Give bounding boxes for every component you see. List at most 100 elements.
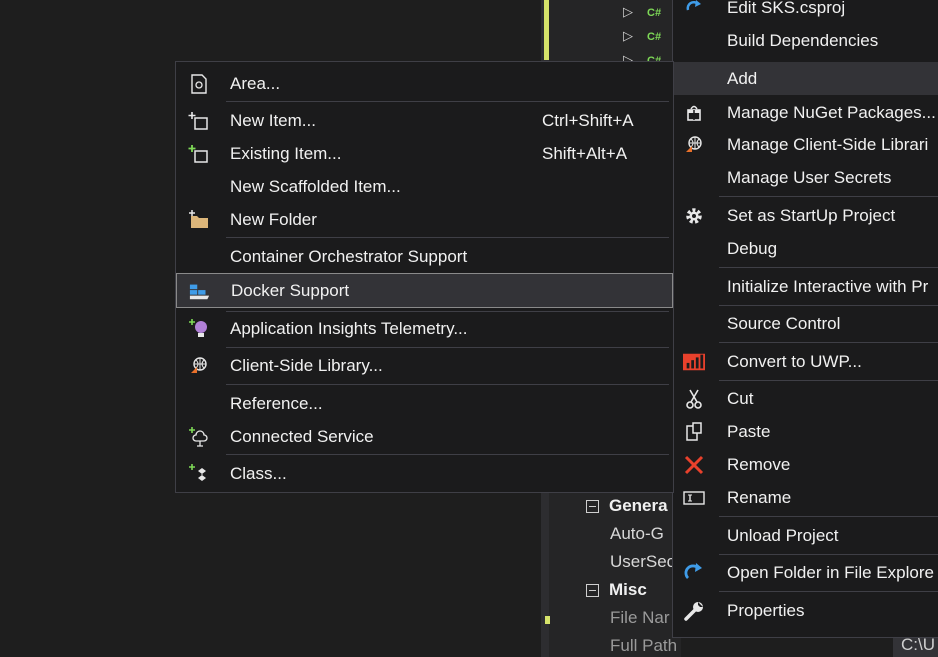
menu-item-label: Area... [230, 73, 281, 93]
uwp-icon [683, 351, 705, 373]
project-context-menu: Edit SKS.csproj Build Dependencies Add M… [672, 0, 938, 638]
paste-icon [683, 421, 705, 443]
menu-separator [719, 380, 938, 381]
menu-separator [719, 196, 938, 197]
menu-item-label: Debug [727, 238, 778, 258]
menu-item-label: Application Insights Telemetry... [230, 318, 468, 338]
property-category-general[interactable]: Genera [579, 492, 679, 520]
menu-separator [719, 267, 938, 268]
submenu-item-new-item[interactable]: New Item... Ctrl+Shift+A [176, 104, 673, 137]
menu-item-open-folder[interactable]: Open Folder in File Explore [673, 556, 938, 589]
tree-row[interactable]: ▷ C# [623, 24, 661, 48]
menu-separator [226, 237, 669, 238]
category-label: Genera [609, 496, 668, 515]
menu-item-label: Manage Client-Side Librari [727, 134, 929, 154]
property-row[interactable]: Auto-G [579, 520, 679, 548]
submenu-item-client-side-library[interactable]: Client-Side Library... [176, 349, 673, 382]
menu-item-label: Manage NuGet Packages... [727, 102, 936, 122]
connected-service-icon [188, 426, 210, 448]
menu-item-label: Initialize Interactive with Pr [727, 276, 929, 296]
menu-item-unload-project[interactable]: Unload Project [673, 519, 938, 552]
menu-item-label: Container Orchestrator Support [230, 246, 468, 266]
menu-item-remove[interactable]: Remove [673, 448, 938, 481]
add-submenu: Area... New Item... Ctrl+Shift+A Existin… [175, 61, 674, 493]
submenu-item-class[interactable]: Class... [176, 457, 673, 490]
csharp-file-icon: C# [647, 7, 662, 19]
property-row[interactable]: File Nar [579, 604, 679, 632]
menu-item-label: New Folder [230, 209, 317, 229]
expand-caret-icon[interactable]: ▷ [623, 4, 633, 19]
client-library-icon [188, 355, 210, 377]
menu-separator [226, 347, 669, 348]
menu-separator [226, 384, 669, 385]
menu-item-debug[interactable]: Debug [673, 232, 938, 265]
menu-item-paste[interactable]: Paste [673, 415, 938, 448]
edit-icon [683, 0, 705, 19]
menu-item-label: Docker Support [231, 280, 350, 300]
submenu-item-existing-item[interactable]: Existing Item... Shift+Alt+A [176, 137, 673, 170]
submenu-item-docker-support[interactable]: Docker Support [176, 273, 673, 308]
scissors-icon [683, 388, 705, 410]
menu-item-rename[interactable]: Rename [673, 481, 938, 514]
menu-item-label: Connected Service [230, 426, 374, 446]
menu-item-label: Reference... [230, 393, 323, 413]
menu-item-label: Properties [727, 600, 805, 620]
menu-item-source-control[interactable]: Source Control [673, 307, 938, 340]
menu-item-label: Rename [727, 487, 792, 507]
change-marker [545, 616, 550, 624]
menu-item-manage-nuget[interactable]: Manage NuGet Packages... [673, 96, 938, 129]
submenu-item-app-insights[interactable]: Application Insights Telemetry... [176, 312, 673, 345]
property-row[interactable]: Full Path [579, 632, 679, 657]
menu-item-label: Add [727, 68, 758, 88]
collapse-icon[interactable] [586, 500, 599, 513]
docker-icon [189, 280, 211, 302]
submenu-item-reference[interactable]: Reference... [176, 387, 673, 420]
menu-item-label: Convert to UWP... [727, 351, 862, 371]
menu-item-set-startup[interactable]: Set as StartUp Project [673, 199, 938, 232]
property-row[interactable]: UserSec [579, 548, 679, 576]
submenu-item-new-folder[interactable]: New Folder [176, 203, 673, 236]
expand-caret-icon[interactable]: ▷ [623, 28, 633, 43]
menu-item-label: Client-Side Library... [230, 355, 383, 375]
menu-separator [226, 454, 669, 455]
submenu-item-connected-service[interactable]: Connected Service [176, 420, 673, 453]
gear-icon [683, 205, 705, 227]
menu-item-label: Class... [230, 463, 287, 483]
collapse-icon[interactable] [586, 584, 599, 597]
change-marker [544, 0, 549, 60]
menu-separator [719, 305, 938, 306]
class-icon [188, 463, 210, 485]
nuget-icon [683, 102, 705, 124]
menu-item-label: Set as StartUp Project [727, 205, 896, 225]
menu-item-properties[interactable]: Properties [673, 594, 938, 627]
remove-x-icon [683, 454, 705, 476]
menu-separator [719, 591, 938, 592]
menu-item-build-dependencies[interactable]: Build Dependencies [673, 24, 938, 57]
menu-item-label: Build Dependencies [727, 30, 879, 50]
menu-item-convert-uwp[interactable]: Convert to UWP... [673, 345, 938, 378]
tree-row[interactable]: ▷ C# [623, 0, 661, 24]
shortcut-label: Shift+Alt+A [542, 143, 628, 163]
property-category-misc[interactable]: Misc [579, 576, 679, 604]
client-library-icon [683, 134, 705, 156]
open-folder-arrow-icon [683, 562, 705, 584]
menu-item-cut[interactable]: Cut [673, 382, 938, 415]
menu-item-edit-project[interactable]: Edit SKS.csproj [673, 0, 938, 24]
submenu-item-area[interactable]: Area... [176, 67, 673, 100]
menu-item-manage-client-libraries[interactable]: Manage Client-Side Librari [673, 128, 938, 161]
menu-item-label: Cut [727, 388, 754, 408]
existing-item-icon [188, 143, 210, 165]
menu-item-add[interactable]: Add [673, 62, 938, 95]
menu-separator [719, 516, 938, 517]
menu-item-label: Manage User Secrets [727, 167, 892, 187]
menu-item-label: New Scaffolded Item... [230, 176, 401, 196]
menu-item-manage-user-secrets[interactable]: Manage User Secrets [673, 161, 938, 194]
menu-item-label: Unload Project [727, 525, 839, 545]
menu-item-initialize-interactive[interactable]: Initialize Interactive with Pr [673, 270, 938, 303]
submenu-item-container-orchestrator[interactable]: Container Orchestrator Support [176, 240, 673, 273]
submenu-item-new-scaffolded-item[interactable]: New Scaffolded Item... [176, 170, 673, 203]
menu-item-label: Existing Item... [230, 143, 342, 163]
menu-separator [226, 101, 669, 102]
menu-item-label: Source Control [727, 313, 841, 333]
category-label: Misc [609, 580, 647, 599]
